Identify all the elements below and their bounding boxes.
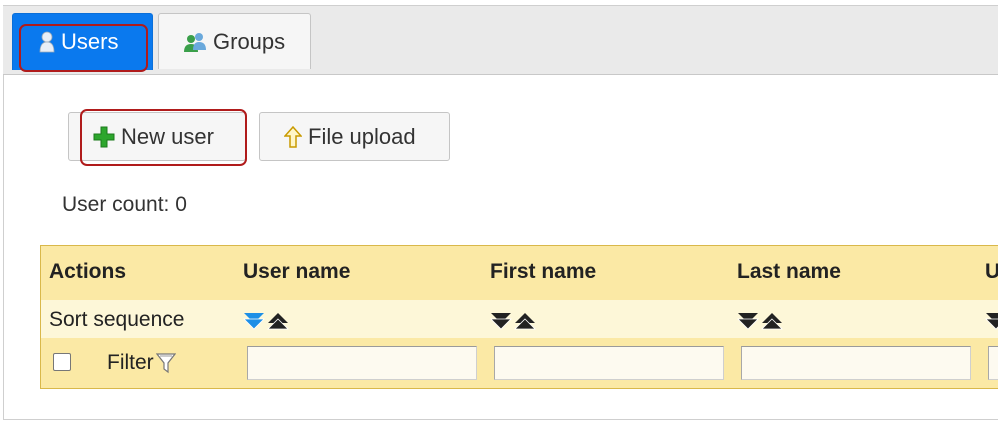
sort-sequence-label: Sort sequence bbox=[49, 308, 185, 331]
column-header-actions: Actions bbox=[49, 260, 127, 283]
filter-label-text: Filter bbox=[107, 351, 154, 374]
column-header-last-name[interactable]: Last name bbox=[737, 260, 841, 284]
filter-input-last-name[interactable] bbox=[741, 346, 971, 380]
column-header-user-name[interactable]: User name bbox=[243, 260, 350, 284]
funnel-icon[interactable] bbox=[155, 352, 176, 374]
file-upload-label: File upload bbox=[308, 123, 416, 149]
highlight-new-user bbox=[80, 109, 247, 166]
sort-descending-icon[interactable] bbox=[985, 310, 998, 332]
sort-controls-partial bbox=[985, 310, 998, 332]
sort-ascending-icon[interactable] bbox=[267, 310, 289, 332]
sort-controls-user-name bbox=[243, 310, 289, 332]
arrow-up-icon bbox=[284, 125, 302, 148]
filter-input-first-name[interactable] bbox=[494, 346, 724, 380]
filter-row: Filter bbox=[41, 338, 998, 388]
highlight-users-tab bbox=[19, 24, 148, 72]
user-grid: Actions User name First name Last name U… bbox=[40, 245, 998, 389]
select-all-checkbox[interactable] bbox=[53, 353, 71, 371]
sort-descending-icon[interactable] bbox=[737, 310, 759, 332]
sort-ascending-icon[interactable] bbox=[761, 310, 783, 332]
sort-descending-icon[interactable] bbox=[490, 310, 512, 332]
filter-input-user-name[interactable] bbox=[247, 346, 477, 380]
group-icon bbox=[183, 31, 207, 53]
filter-label: Filter bbox=[107, 351, 176, 375]
sort-descending-icon[interactable] bbox=[243, 310, 265, 332]
user-count: User count: 0 bbox=[62, 193, 187, 216]
tab-groups-label: Groups bbox=[213, 28, 286, 54]
sort-row: Sort sequence bbox=[41, 300, 998, 338]
file-upload-button[interactable]: File upload bbox=[259, 112, 450, 161]
column-header-first-name[interactable]: First name bbox=[490, 260, 596, 284]
sort-controls-first-name bbox=[490, 310, 536, 332]
sort-controls-last-name bbox=[737, 310, 783, 332]
tab-groups[interactable]: Groups bbox=[158, 13, 311, 69]
column-header-partial[interactable]: U bbox=[985, 260, 998, 284]
filter-input-partial[interactable] bbox=[988, 346, 998, 380]
sort-ascending-icon[interactable] bbox=[514, 310, 536, 332]
